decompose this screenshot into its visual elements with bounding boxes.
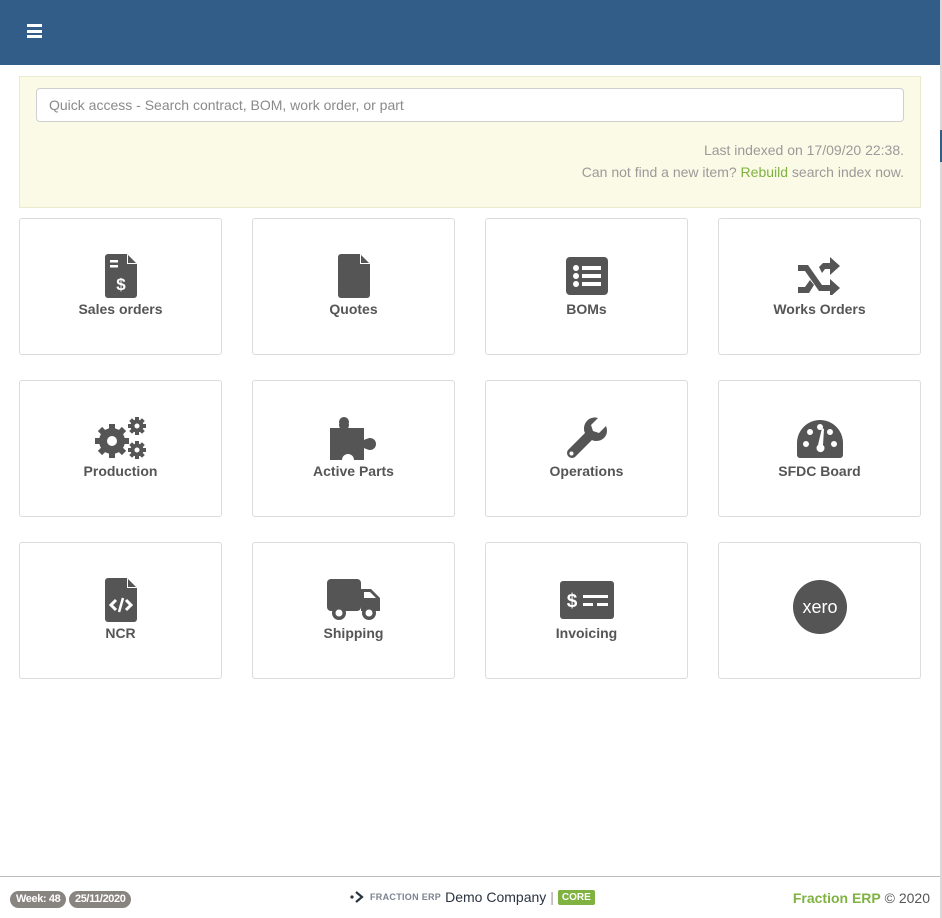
rebuild-prefix: Can not find a new item? [581,163,737,180]
file-invoice-dollar-icon: $ [91,254,151,298]
tile-label: Production [83,463,158,479]
file-code-icon [91,578,151,622]
copyright-brand: Fraction ERP [792,890,881,906]
index-info: Last indexed on 17/09/20 22:38. Can not … [582,140,904,183]
tile-xero[interactable]: xero [718,542,921,679]
tile-operations[interactable]: Operations [485,380,688,517]
tile-invoicing[interactable]: $ Invoicing [485,542,688,679]
tile-sfdc-board[interactable]: SFDC Board [718,380,921,517]
svg-text:$: $ [116,275,126,294]
copyright: Fraction ERP © 2020 [793,890,930,906]
tile-ncr[interactable]: NCR [19,542,222,679]
tile-label: BOMs [566,301,607,317]
company-name: Demo Company [445,889,547,905]
brand-wordmark: FRACTION ERP [370,892,442,902]
tile-label: Sales orders [78,301,163,317]
truck-icon [324,578,384,622]
random-shuffle-icon [790,254,850,298]
copyright-text: © 2020 [884,890,930,906]
xero-logo-text: xero [802,597,837,617]
tile-label: Active Parts [313,463,394,479]
tile-quotes[interactable]: Quotes [252,218,455,355]
hamburger-menu-icon[interactable] [27,24,43,40]
top-navbar [0,0,940,65]
tile-label: Works Orders [773,301,866,317]
footer: Week: 48 25/11/2020 FRACTION ERP Demo Co… [0,876,940,918]
tile-label: SFDC Board [778,463,861,479]
rebuild-suffix: search index now. [791,163,904,180]
fraction-erp-logo-icon [350,891,364,903]
tile-sales-orders[interactable]: $ Sales orders [19,218,222,355]
company-info: FRACTION ERP Demo Company | CORE [350,889,595,905]
wrench-icon [557,416,617,460]
tile-works-orders[interactable]: Works Orders [718,218,921,355]
tier-badge: CORE [557,889,595,905]
quick-access-search-input[interactable] [36,88,904,122]
tile-production[interactable]: Production [19,380,222,517]
money-check-icon: $ [557,578,617,622]
xero-logo-icon: xero [792,579,848,635]
svg-text:$: $ [566,591,577,612]
tile-label: Shipping [323,625,384,641]
last-indexed-text: Last indexed on 17/09/20 22:38. [703,142,904,158]
list-alt-icon [557,254,617,298]
tile-boms[interactable]: BOMs [485,218,688,355]
tile-label: Invoicing [555,625,618,641]
rebuild-index-link[interactable]: Rebuild [741,164,788,180]
week-badge: Week: 48 [10,891,67,908]
file-icon [324,254,384,298]
tile-active-parts[interactable]: Active Parts [252,380,455,517]
tile-label: Quotes [329,301,378,317]
rebuild-text: Can not find a new item? Rebuild search … [582,162,904,184]
quick-access-panel: Last indexed on 17/09/20 22:38. Can not … [19,76,921,208]
separator: | [550,889,554,905]
tachometer-icon [790,416,850,460]
cogs-icon [91,416,151,460]
date-badge: 25/11/2020 [69,891,132,908]
tile-shipping[interactable]: Shipping [252,542,455,679]
puzzle-piece-icon [324,416,384,460]
tile-label: Operations [549,463,624,479]
tile-label: NCR [105,625,136,641]
